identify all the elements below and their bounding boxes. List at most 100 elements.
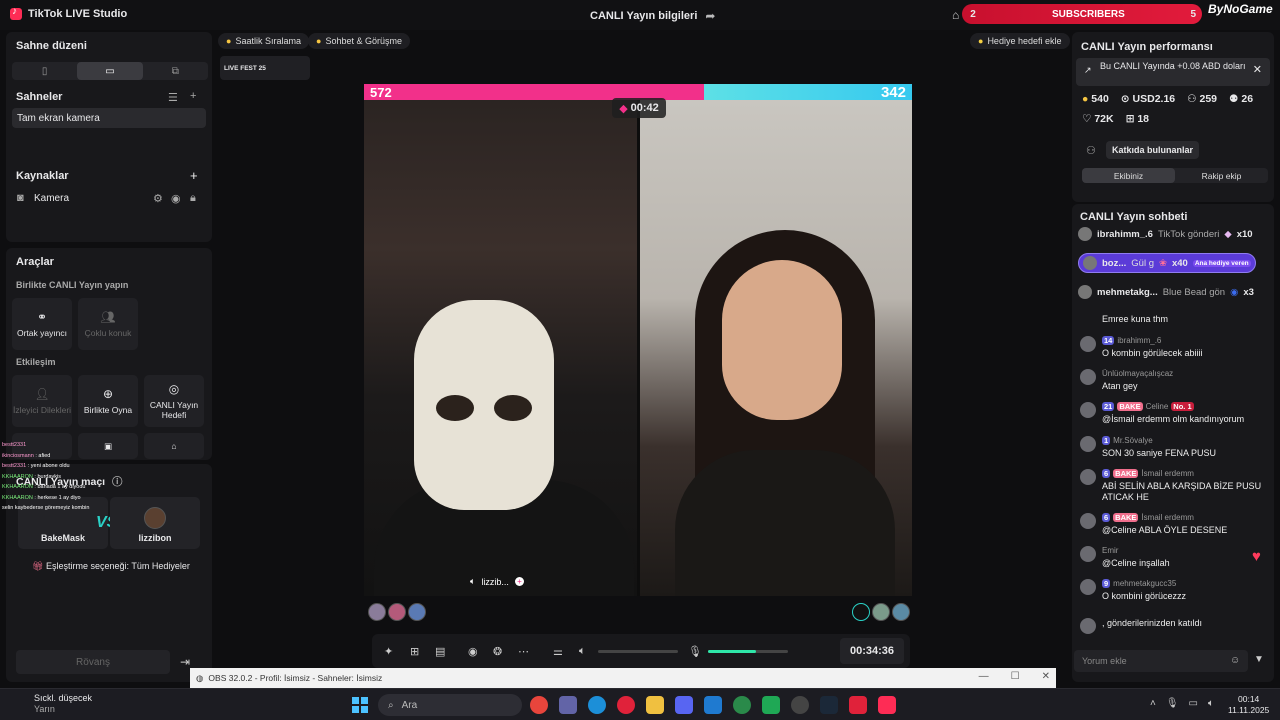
edge-icon[interactable] bbox=[588, 696, 606, 714]
caption-icon[interactable]: ▤ bbox=[435, 645, 445, 658]
start-button[interactable] bbox=[352, 697, 368, 713]
chat-message[interactable]: 6 BAKE İsmail erdemm ABİ SELİN ABLA KARŞIDA… bbox=[1080, 469, 1266, 503]
chat-message[interactable]: 1 Mr.Sövalye SON 30 saniye FENA PUSU bbox=[1080, 436, 1266, 459]
avatar[interactable] bbox=[1080, 336, 1096, 352]
steam-icon[interactable] bbox=[820, 696, 838, 714]
live-info-button[interactable]: CANLI Yayın bilgileri ➦ bbox=[590, 9, 715, 23]
multi-guest-tile[interactable]: 👥︎ Çoklu konuk bbox=[78, 298, 138, 350]
contributors-button[interactable]: Katkıda bulunanlar bbox=[1106, 141, 1200, 159]
taskbar-clock[interactable]: 00:14 11.11.2025 bbox=[1228, 694, 1269, 716]
app-icon[interactable] bbox=[762, 696, 780, 714]
settings-icon[interactable]: ⚙ bbox=[153, 192, 163, 205]
tab-rival-team[interactable]: Rakip ekip bbox=[1175, 168, 1268, 183]
play-together-tile[interactable]: ⊕ Birlikte Oyna bbox=[78, 375, 138, 427]
chat-message[interactable]: Emree kuna thm bbox=[1080, 314, 1266, 325]
avatar[interactable] bbox=[1080, 436, 1096, 452]
volume-icon[interactable]: 🔈︎ bbox=[579, 645, 586, 658]
chrome-alt-icon[interactable] bbox=[733, 696, 751, 714]
chat-username[interactable]: İsmail erdemm bbox=[1141, 513, 1193, 522]
layout-portrait-button[interactable]: ▯ bbox=[12, 62, 77, 80]
teams-icon[interactable] bbox=[559, 696, 577, 714]
pairing-option[interactable]: 🎁︎ Eşleştirme seçeneği: Tüm Hediyeler bbox=[32, 561, 190, 572]
adjust-icon[interactable]: ⚌ bbox=[553, 645, 563, 658]
add-media-icon[interactable]: ⊞ bbox=[410, 645, 419, 658]
avatar[interactable] bbox=[1080, 469, 1096, 485]
chat-username[interactable]: Celine bbox=[1146, 402, 1169, 411]
partner-streamer-tile[interactable]: ⚭ Ortak yayıncı bbox=[12, 298, 72, 350]
live-goal-tile[interactable]: ◎ CANLI Yayın Hedefi bbox=[144, 375, 204, 427]
layout-landscape-button[interactable]: ▭ bbox=[77, 62, 143, 80]
magic-wand-icon[interactable]: ✦ bbox=[384, 645, 393, 658]
avatar[interactable] bbox=[1080, 513, 1096, 529]
exit-icon[interactable]: ⇥ bbox=[180, 655, 190, 669]
avatar[interactable] bbox=[368, 603, 386, 621]
avatar[interactable] bbox=[388, 603, 406, 621]
live-fest-banner[interactable]: LIVE FEST 25 bbox=[220, 56, 310, 80]
chat-username[interactable]: İsmail erdemm bbox=[1141, 469, 1193, 478]
avatar[interactable] bbox=[892, 603, 910, 621]
viewer-requests-tile[interactable]: 👤︎ İzleyici Dilekleri bbox=[12, 375, 72, 427]
chat-message[interactable]: Ünlüolmayaçalışcaz Atan gey bbox=[1080, 369, 1266, 392]
avatar[interactable] bbox=[1080, 579, 1096, 595]
avatar[interactable] bbox=[408, 603, 426, 621]
mic-tray-icon[interactable]: 🎙︎ bbox=[1166, 698, 1179, 709]
tool-tile-extra-2[interactable]: ⌂ bbox=[144, 433, 204, 459]
add-scene-icon[interactable]: + bbox=[190, 90, 196, 102]
discord-icon[interactable] bbox=[675, 696, 693, 714]
chat-username[interactable]: ibrahimm_.6 bbox=[1117, 336, 1161, 345]
close-notice-icon[interactable]: ✕ bbox=[1253, 65, 1262, 76]
chat-call-chip[interactable]: ● Sohbet & Görüşme bbox=[308, 33, 410, 49]
weather-widget[interactable]: Sıckl. düşecek Yarın bbox=[14, 693, 92, 715]
mic-icon[interactable]: 🎙︎ bbox=[688, 645, 702, 658]
hourly-ranking-chip[interactable]: ● Saatlik Sıralama bbox=[218, 33, 309, 49]
chat-message[interactable]: , gönderilerinizden katıldı bbox=[1080, 618, 1266, 634]
chat-message[interactable]: 14 ibrahimm_.6 O kombin görülecek abiiii bbox=[1080, 336, 1266, 359]
speaker-icon[interactable]: 🔈︎ bbox=[470, 576, 475, 587]
mic-slider[interactable] bbox=[708, 650, 788, 653]
avatar[interactable] bbox=[852, 603, 870, 621]
chrome-icon[interactable] bbox=[530, 696, 548, 714]
minimize-icon[interactable]: — bbox=[979, 671, 989, 682]
more-icon[interactable]: ⋯ bbox=[518, 645, 529, 658]
taskbar-search[interactable]: ⌕ Ara bbox=[378, 694, 522, 716]
avatar[interactable] bbox=[1080, 546, 1096, 562]
gift-goal-chip[interactable]: ● Hediye hedefi ekle bbox=[970, 33, 1070, 49]
volume-slider[interactable] bbox=[598, 650, 678, 653]
record-icon[interactable]: ◉ bbox=[468, 645, 478, 658]
rematch-button[interactable]: Rövanş bbox=[16, 650, 170, 674]
close-icon[interactable]: ✕ bbox=[1042, 671, 1050, 682]
mail-icon[interactable] bbox=[704, 696, 722, 714]
obs-app-icon[interactable] bbox=[791, 696, 809, 714]
maximize-icon[interactable]: ☐ bbox=[1011, 671, 1020, 682]
avatar[interactable] bbox=[1080, 402, 1096, 418]
tiktok-icon[interactable] bbox=[878, 696, 896, 714]
youtube-icon[interactable] bbox=[849, 696, 867, 714]
add-source-icon[interactable]: + bbox=[190, 168, 198, 183]
chat-username[interactable]: Emir bbox=[1102, 546, 1118, 555]
visibility-eye-icon[interactable]: ◉ bbox=[171, 192, 181, 205]
chevron-up-icon[interactable]: ˄ bbox=[1150, 698, 1156, 709]
sound-icon[interactable]: 🔈︎ bbox=[1208, 698, 1214, 709]
lock-icon[interactable]: 🔒︎ bbox=[190, 192, 196, 205]
comment-input[interactable]: Yorum ekle bbox=[1074, 650, 1248, 672]
tab-your-team[interactable]: Ekibiniz bbox=[1082, 168, 1175, 183]
chat-message[interactable]: Emir @Celine inşallah bbox=[1080, 546, 1266, 569]
scene-item-fullscreen-camera[interactable]: Tam ekran kamera bbox=[12, 108, 206, 128]
add-guest-icon[interactable]: + bbox=[514, 577, 524, 586]
chat-message[interactable]: 9 mehmetakgucc35 O kombini görücezzz bbox=[1080, 579, 1266, 602]
folder-icon[interactable] bbox=[646, 696, 664, 714]
network-icon[interactable]: ▭ bbox=[1189, 698, 1198, 709]
avatar[interactable] bbox=[1080, 618, 1096, 634]
emoji-icon[interactable]: ☺ bbox=[1230, 655, 1240, 666]
chat-username[interactable]: Ünlüolmayaçalışcaz bbox=[1102, 369, 1173, 378]
chat-message[interactable]: 21 BAKE Celine No. 1 @İsmail erdemm olm kand… bbox=[1080, 402, 1266, 425]
source-camera-label[interactable]: Kamera bbox=[34, 193, 69, 204]
avatar[interactable] bbox=[872, 603, 890, 621]
avatar[interactable] bbox=[1080, 369, 1096, 385]
effects-icon[interactable]: ❂ bbox=[493, 645, 502, 658]
layout-other-button[interactable]: ⧉ bbox=[143, 62, 208, 80]
obs-window-bar[interactable]: ◍ OBS 32.0.2 - Profil: İsimsiz - Sahnele… bbox=[190, 668, 1056, 688]
home-icon[interactable]: ⌂ bbox=[952, 8, 959, 22]
chat-username[interactable]: mehmetakgucc35 bbox=[1113, 579, 1176, 588]
chat-username[interactable]: Mr.Sövalye bbox=[1113, 436, 1153, 445]
